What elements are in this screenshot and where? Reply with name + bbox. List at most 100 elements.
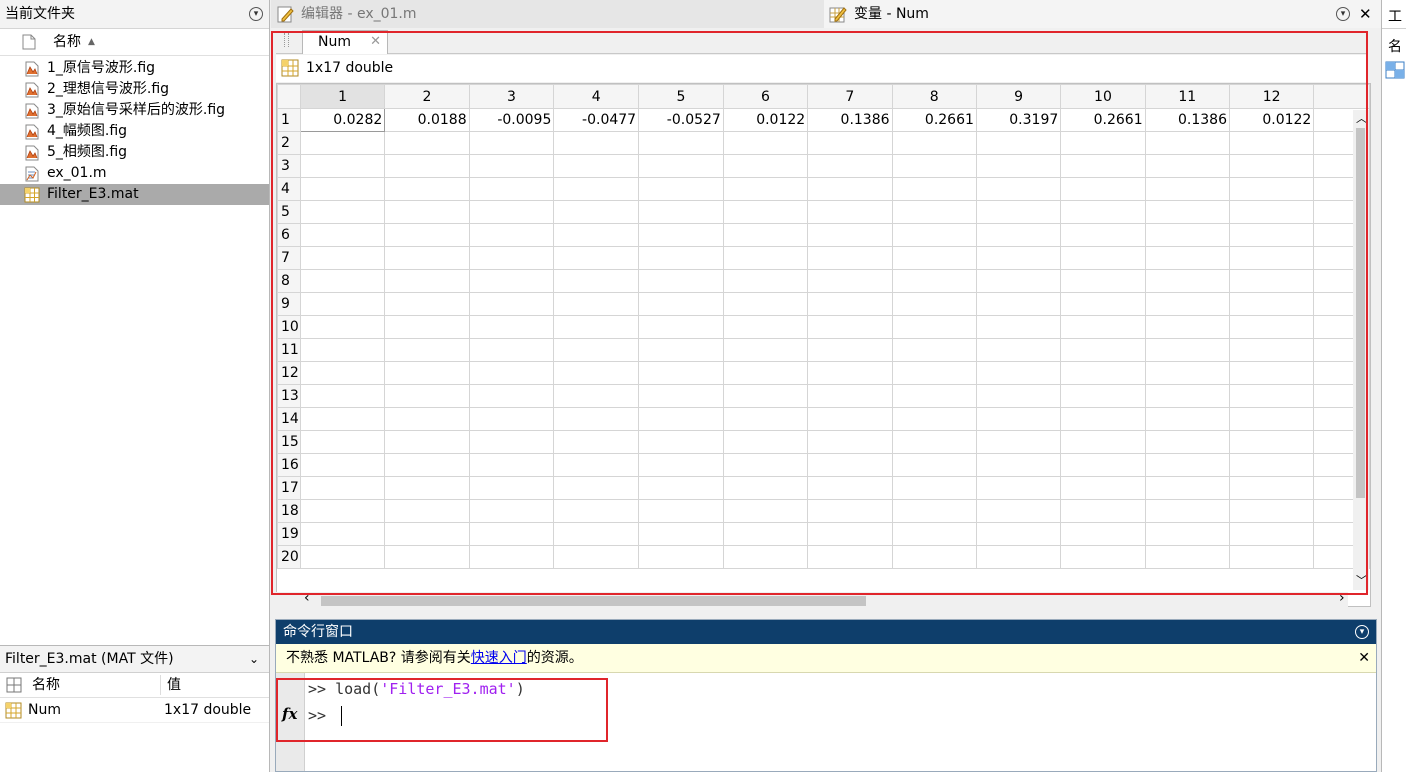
- grid-cell[interactable]: [891, 223, 977, 247]
- row-header[interactable]: 15: [277, 430, 301, 454]
- grid-cell[interactable]: [1060, 292, 1146, 316]
- grid-cell[interactable]: [1144, 545, 1230, 569]
- grid-cell[interactable]: [807, 154, 893, 178]
- grid-cell[interactable]: [553, 499, 640, 523]
- grid-cell[interactable]: [1060, 223, 1146, 247]
- grid-cell[interactable]: [553, 430, 640, 454]
- grid-cell[interactable]: [553, 292, 640, 316]
- grid-cell[interactable]: [722, 292, 809, 316]
- grid-cell[interactable]: [722, 453, 809, 477]
- grid-cell[interactable]: [638, 430, 724, 454]
- grid-cell[interactable]: [1060, 315, 1146, 339]
- grid-cell[interactable]: [1060, 545, 1146, 569]
- grid-cell[interactable]: [468, 522, 555, 546]
- details-variable-row[interactable]: Num 1x17 double: [0, 698, 269, 723]
- grid-cell[interactable]: [1228, 223, 1315, 247]
- grid-cell[interactable]: [384, 246, 470, 270]
- grid-cell[interactable]: [891, 499, 977, 523]
- grid-cell[interactable]: [638, 499, 724, 523]
- grid-cell[interactable]: [807, 384, 893, 408]
- grid-cell[interactable]: [1060, 269, 1146, 293]
- column-header[interactable]: 5: [638, 84, 724, 109]
- grid-cell[interactable]: 0.1386: [807, 108, 893, 132]
- grid-cell[interactable]: [1228, 499, 1315, 523]
- scroll-left-icon[interactable]: ‹: [304, 590, 310, 606]
- grid-cell[interactable]: [299, 476, 386, 500]
- file-item[interactable]: 1_原信号波形.fig: [0, 58, 269, 79]
- grid-cell[interactable]: [807, 545, 893, 569]
- grid-cell[interactable]: [553, 338, 640, 362]
- file-item[interactable]: Filter_E3.mat: [0, 184, 269, 205]
- command-window-actions-icon[interactable]: ▾: [1355, 625, 1369, 639]
- grid-cell[interactable]: [1144, 315, 1230, 339]
- grid-cell[interactable]: [638, 177, 724, 201]
- horizontal-scroll-thumb[interactable]: [321, 596, 866, 606]
- grid-cell[interactable]: [468, 338, 555, 362]
- column-header[interactable]: 8: [891, 84, 977, 109]
- grid-cell[interactable]: [468, 315, 555, 339]
- grid-cell[interactable]: [468, 453, 555, 477]
- grid-cell[interactable]: [807, 177, 893, 201]
- grid-cell[interactable]: [1060, 499, 1146, 523]
- grid-cell[interactable]: [722, 545, 809, 569]
- grid-cell[interactable]: [891, 476, 977, 500]
- grid-cell[interactable]: [1228, 361, 1315, 385]
- grid-cell[interactable]: [891, 384, 977, 408]
- grid-cell[interactable]: [299, 315, 386, 339]
- grid-cell[interactable]: [807, 223, 893, 247]
- fx-icon[interactable]: fx: [282, 705, 297, 723]
- grid-cell[interactable]: [638, 361, 724, 385]
- grid-cell[interactable]: [468, 246, 555, 270]
- grid-cell[interactable]: [975, 545, 1062, 569]
- row-header[interactable]: 4: [277, 177, 301, 201]
- horizontal-scrollbar[interactable]: ‹ ›: [276, 590, 1348, 609]
- grid-cell[interactable]: [468, 223, 555, 247]
- drag-handle-icon[interactable]: [284, 33, 289, 47]
- grid-cell[interactable]: [384, 384, 470, 408]
- grid-cell[interactable]: [468, 545, 555, 569]
- grid-cell[interactable]: [1144, 476, 1230, 500]
- grid-cell[interactable]: [1144, 131, 1230, 155]
- row-header[interactable]: 14: [277, 407, 301, 431]
- grid-cell[interactable]: [638, 246, 724, 270]
- grid-cell[interactable]: [384, 545, 470, 569]
- grid-cell[interactable]: [299, 430, 386, 454]
- row-header[interactable]: 10: [277, 315, 301, 339]
- grid-cell[interactable]: [299, 200, 386, 224]
- grid-cell[interactable]: [553, 384, 640, 408]
- scroll-down-icon[interactable]: ﹀: [1356, 572, 1367, 588]
- grid-cell[interactable]: [975, 430, 1062, 454]
- tab-num[interactable]: Num ✕: [302, 30, 388, 54]
- grid-cell[interactable]: [807, 522, 893, 546]
- grid-cell[interactable]: [299, 545, 386, 569]
- grid-cell[interactable]: [1144, 499, 1230, 523]
- grid-cell[interactable]: [807, 131, 893, 155]
- grid-cell[interactable]: [638, 269, 724, 293]
- grid-cell[interactable]: [468, 269, 555, 293]
- grid-cell[interactable]: [638, 338, 724, 362]
- grid-cell[interactable]: [1060, 453, 1146, 477]
- grid-cell[interactable]: [638, 522, 724, 546]
- grid-cell[interactable]: [1060, 361, 1146, 385]
- grid-cell[interactable]: [1144, 200, 1230, 224]
- grid-cell[interactable]: [807, 338, 893, 362]
- grid-cell[interactable]: [1144, 177, 1230, 201]
- row-header[interactable]: 11: [277, 338, 301, 362]
- grid-cell[interactable]: [722, 476, 809, 500]
- vertical-scrollbar[interactable]: ︿ ﹀: [1353, 110, 1369, 590]
- grid-cell[interactable]: [1060, 384, 1146, 408]
- grid-cell[interactable]: [975, 292, 1062, 316]
- grid-cell[interactable]: [638, 545, 724, 569]
- grid-cell[interactable]: [1228, 131, 1315, 155]
- grid-cell[interactable]: [1060, 476, 1146, 500]
- grid-cell[interactable]: [891, 315, 977, 339]
- grid-cell[interactable]: [891, 292, 977, 316]
- grid-cell[interactable]: [807, 361, 893, 385]
- column-header[interactable]: 6: [722, 84, 809, 109]
- grid-cell[interactable]: [1144, 154, 1230, 178]
- row-header[interactable]: 8: [277, 269, 301, 293]
- row-header[interactable]: 17: [277, 476, 301, 500]
- grid-cell[interactable]: [1060, 200, 1146, 224]
- grid-cell[interactable]: [1060, 246, 1146, 270]
- column-header[interactable]: 3: [468, 84, 555, 109]
